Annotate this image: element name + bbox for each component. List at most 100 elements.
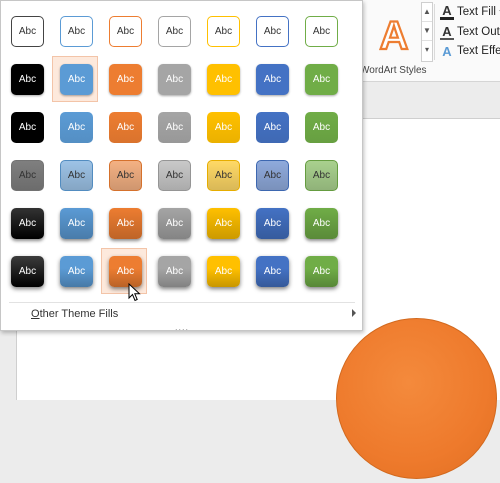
style-swatch-r4-c4[interactable]: Abc [153,155,193,195]
swatch-label: Abc [256,16,289,47]
style-swatch-r6-c5[interactable]: Abc [202,251,242,291]
style-swatch-r4-c3[interactable]: Abc [104,155,144,195]
swatch-label: Abc [305,256,338,287]
wordart-styles-group-label: WordArt Styles [360,65,427,76]
style-swatch-r3-c3[interactable]: Abc [104,107,144,147]
swatch-label: Abc [305,160,338,191]
swatch-label: Abc [60,16,93,47]
swatch-label: Abc [158,208,191,239]
style-swatch-r2-c4[interactable]: Abc [153,59,193,99]
wordart-glyph: A [380,14,409,55]
swatch-label: Abc [256,256,289,287]
swatch-label: Abc [207,208,240,239]
style-swatch-r3-c2[interactable]: Abc [55,107,95,147]
style-swatch-r3-c6[interactable]: Abc [251,107,291,147]
style-swatch-r4-c6[interactable]: Abc [251,155,291,195]
swatch-label: Abc [256,112,289,143]
swatch-label: Abc [60,256,93,287]
style-swatch-r6-c6[interactable]: Abc [251,251,291,291]
menu-separator [9,302,355,303]
text-fill-icon: A [440,3,454,20]
swatch-label: Abc [11,64,44,95]
style-swatch-r3-c1[interactable]: Abc [6,107,46,147]
style-swatch-r5-c4[interactable]: Abc [153,203,193,243]
swatch-label: Abc [256,64,289,95]
style-swatch-r3-c4[interactable]: Abc [153,107,193,147]
style-swatch-r4-c1[interactable]: Abc [6,155,46,195]
swatch-label: Abc [109,208,142,239]
style-swatch-r6-c2[interactable]: Abc [55,251,95,291]
more-styles-button[interactable]: ▾ [422,41,432,60]
swatch-label: Abc [207,160,240,191]
swatch-label: Abc [305,64,338,95]
style-swatch-r1-c7[interactable]: Abc [300,11,340,51]
swatch-label: Abc [158,256,191,287]
scroll-down-button[interactable]: ▼ [422,22,432,41]
style-swatch-r1-c6[interactable]: Abc [251,11,291,51]
style-swatch-r4-c7[interactable]: Abc [300,155,340,195]
style-swatch-r6-c1[interactable]: Abc [6,251,46,291]
style-swatch-r3-c5[interactable]: Abc [202,107,242,147]
scroll-up-button[interactable]: ▲ [422,3,432,22]
style-swatch-r5-c3[interactable]: Abc [104,203,144,243]
text-outline-icon: A [440,24,454,40]
swatch-label: Abc [60,64,93,95]
swatch-label: Abc [158,112,191,143]
submenu-arrow-icon [352,309,356,317]
swatch-label: Abc [207,112,240,143]
group-separator [434,4,435,60]
style-swatch-r1-c3[interactable]: Abc [104,11,144,51]
swatch-label: Abc [305,16,338,47]
swatch-label: Abc [60,208,93,239]
style-swatch-r5-c1[interactable]: Abc [6,203,46,243]
swatch-label: Abc [207,256,240,287]
swatch-label: Abc [11,256,44,287]
swatch-label: Abc [109,160,142,191]
other-theme-fills-menu-item[interactable]: Other Theme Fills [1,304,364,324]
wordart-style-preview[interactable]: A [368,8,420,58]
style-swatch-r6-c4[interactable]: Abc [153,251,193,291]
shape-styles-gallery: Abc Abc Abc Abc Abc Abc Abc Abc Abc Abc Abc Abc Abc A… [0,0,364,332]
text-effects-label: Text Effec [457,45,500,57]
swatch-label: Abc [11,208,44,239]
style-swatch-r2-c6[interactable]: Abc [251,59,291,99]
swatch-label: Abc [305,112,338,143]
style-swatch-r5-c7[interactable]: Abc [300,203,340,243]
style-swatch-r2-c7[interactable]: Abc [300,59,340,99]
style-swatch-r6-c7[interactable]: Abc [300,251,340,291]
style-swatch-r1-c4[interactable]: Abc [153,11,193,51]
selected-circle-shape[interactable] [336,318,497,479]
style-swatch-r2-c3[interactable]: Abc [104,59,144,99]
swatch-label: Abc [158,160,191,191]
text-fill-label: Text Fill [457,6,496,18]
wordart-gallery-scroll: ▲ ▼ ▾ [421,2,433,62]
swatch-label: Abc [207,16,240,47]
style-swatch-r4-c2[interactable]: Abc [55,155,95,195]
text-outline-button[interactable]: A Text Outli [440,23,500,41]
style-swatch-r5-c6[interactable]: Abc [251,203,291,243]
style-swatch-r2-c2[interactable]: Abc [52,56,98,102]
style-swatch-r4-c5[interactable]: Abc [202,155,242,195]
style-swatch-r2-c5[interactable]: Abc [202,59,242,99]
swatch-label: Abc [11,160,44,191]
text-effects-button[interactable]: A Text Effec [440,42,500,60]
swatch-label: Abc [158,16,191,47]
style-swatch-r1-c1[interactable]: Abc [6,11,46,51]
style-swatch-r1-c2[interactable]: Abc [55,11,95,51]
swatch-label: Abc [305,208,338,239]
other-fills-accelerator: O [31,308,40,320]
swatch-label: Abc [256,208,289,239]
style-swatch-r5-c5[interactable]: Abc [202,203,242,243]
swatch-label: Abc [158,64,191,95]
swatch-label: Abc [207,64,240,95]
style-swatch-r3-c7[interactable]: Abc [300,107,340,147]
text-effects-icon: A [442,43,452,59]
resize-grip-icon[interactable]: .... [175,323,189,332]
text-fill-button[interactable]: A Text Fill ▼ [440,3,500,21]
style-swatch-r5-c2[interactable]: Abc [55,203,95,243]
style-swatch-r1-c5[interactable]: Abc [202,11,242,51]
swatch-label: Abc [109,16,142,47]
style-swatch-r2-c1[interactable]: Abc [6,59,46,99]
swatch-label: Abc [109,112,142,143]
mouse-pointer-icon [128,283,141,302]
